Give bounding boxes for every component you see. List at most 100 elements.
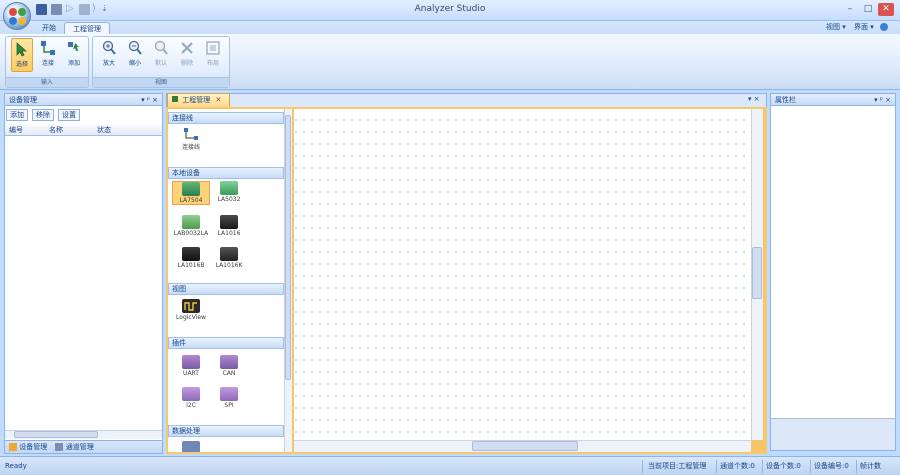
la5032-device-icon [220, 181, 238, 195]
logo-blue-petal [9, 17, 17, 25]
toolbox-item-i2c[interactable]: I2C [172, 387, 210, 409]
can-plugin-icon [220, 355, 238, 369]
item-label: SPI [224, 402, 234, 409]
logicview-icon [182, 299, 200, 313]
panel-title: 设备管理 [9, 96, 37, 104]
connector-icon [184, 128, 198, 140]
left-panel-scroll-thumb[interactable] [14, 431, 98, 438]
add-node-icon [68, 42, 79, 51]
toolbox-item-spi[interactable]: SPI [210, 387, 248, 409]
toolbox-item-la1016[interactable]: LA1016 [210, 215, 248, 237]
device-tab-icon [9, 443, 17, 451]
zoom-default-button[interactable]: 默认 [150, 38, 172, 72]
panel-pin-icon[interactable]: ▾ ᵖ × [874, 94, 891, 106]
toolbox-item-la1016b[interactable]: LA1016B [172, 247, 210, 269]
status-separator [762, 460, 763, 473]
toolbox-item-la1016k[interactable]: LA1016K [210, 247, 248, 269]
status-channel-count: 通道个数:0 [720, 462, 755, 470]
logo-red-petal [9, 8, 17, 16]
item-label: LA1016K [215, 262, 243, 269]
document-tab[interactable]: 工程管理 ✕ [167, 93, 230, 107]
lab0032la-device-icon [182, 215, 200, 229]
toolbox-category-connector[interactable]: 连接线 [168, 112, 284, 124]
toolbox-item-lab0032la[interactable]: LAB0032LA [172, 215, 210, 237]
help-icon[interactable] [880, 23, 888, 31]
subtab-settings[interactable]: 设置 [58, 109, 80, 121]
canvas-vertical-scroll-thumb[interactable] [752, 247, 762, 299]
zoom-out-button[interactable]: 缩小 [124, 38, 146, 72]
subtab-add[interactable]: 添加 [6, 109, 28, 121]
toolbox-scroll-thumb[interactable] [285, 115, 291, 380]
logo-yellow-petal [18, 17, 26, 25]
application-menu-button[interactable] [3, 2, 31, 30]
canvas-horizontal-scroll-thumb[interactable] [472, 441, 578, 451]
column-header-status[interactable]: 状态 [97, 125, 111, 135]
group-label: 输入 [6, 77, 88, 87]
window-title: Analyzer Studio [414, 4, 486, 14]
bottom-tab-device[interactable]: 设备管理 [19, 443, 47, 451]
toolbox-category-plugins[interactable]: 插件 [168, 337, 284, 349]
item-label: UART [183, 370, 199, 377]
left-panel-header: 设备管理 ▾ ᵖ × [4, 93, 163, 106]
layout-button[interactable]: 布局 [202, 38, 224, 72]
button-label: 默认 [154, 60, 167, 67]
toolbox-item-la7504[interactable]: LA7504 [172, 181, 210, 205]
right-panel-header: 属性栏 ▾ ᵖ × [770, 93, 896, 106]
item-label: LA1016 [217, 230, 241, 237]
data-processing-item-icon[interactable] [182, 441, 200, 452]
zoom-in-icon [102, 40, 116, 55]
minimize-button[interactable]: – [842, 3, 858, 16]
status-ready: Ready [5, 462, 27, 470]
panel-title: 属性栏 [775, 96, 796, 104]
connect-button[interactable]: 连接 [37, 38, 59, 72]
document-window-controls-icon[interactable]: ▾ × [748, 95, 760, 103]
properties-description-area [771, 418, 895, 450]
item-label: 连接线 [181, 144, 200, 151]
button-label: 缩小 [128, 60, 141, 67]
item-label: LAB0032LA [173, 230, 209, 237]
maximize-button[interactable]: □ [860, 3, 876, 16]
logo-green-petal [18, 8, 26, 16]
status-separator [642, 460, 643, 473]
toolbox-item-uart[interactable]: UART [172, 355, 210, 377]
column-header-name[interactable]: 名称 [49, 125, 63, 135]
toolbox-item-logicview[interactable]: LogicView [172, 299, 210, 321]
left-panel-bottom-tabs: 设备管理 通道管理 [4, 440, 163, 454]
column-header-id[interactable]: 编号 [9, 125, 23, 135]
la1016k-device-icon [220, 247, 238, 261]
toolbox-item-la5032[interactable]: LA5032 [210, 181, 248, 203]
spi-plugin-icon [220, 387, 238, 401]
la1016b-device-icon [182, 247, 200, 261]
status-separator [810, 460, 811, 473]
close-tab-icon[interactable]: ✕ [215, 96, 221, 104]
button-label: 选择 [15, 61, 28, 68]
bottom-tab-channel[interactable]: 通道管理 [66, 443, 94, 451]
select-button[interactable]: 选择 [11, 38, 33, 72]
status-separator [856, 460, 857, 473]
item-label: CAN [222, 370, 236, 377]
toolbox-item-can[interactable]: CAN [210, 355, 248, 377]
toolbox-category-views[interactable]: 视图 [168, 283, 284, 295]
close-button[interactable]: ✕ [878, 3, 894, 16]
toolbox-category-data-processing[interactable]: 数据处理 [168, 425, 284, 437]
uart-plugin-icon [182, 355, 200, 369]
document-tab-label: 工程管理 [182, 96, 211, 104]
view-menu-link[interactable]: 视图 ▾ [826, 23, 846, 31]
subtab-remove[interactable]: 移除 [32, 109, 54, 121]
item-label: I2C [186, 402, 196, 409]
add-button[interactable]: 添加 [63, 38, 85, 72]
panel-pin-icon[interactable]: ▾ ᵖ × [141, 94, 158, 106]
status-current-project: 当前项目:工程管理 [648, 462, 707, 470]
status-device-count: 设备个数:0 [766, 462, 801, 470]
toolbox: 连接线 连接线 本地设备 LA7504 LA5032 LAB0032LA LA1… [168, 109, 284, 452]
button-label: 添加 [67, 60, 80, 67]
toolbox-category-local-devices[interactable]: 本地设备 [168, 167, 284, 179]
document-tab-icon [172, 96, 178, 102]
toolbox-item-connector[interactable]: 连接线 [172, 127, 210, 151]
delete-button[interactable]: 删除 [176, 38, 198, 72]
design-canvas[interactable] [294, 109, 751, 440]
zoom-in-button[interactable]: 放大 [98, 38, 120, 72]
status-device-number: 设备编号:0 [814, 462, 849, 470]
interface-menu-link[interactable]: 界面 ▾ [854, 23, 874, 31]
zoom-default-icon [154, 40, 168, 55]
